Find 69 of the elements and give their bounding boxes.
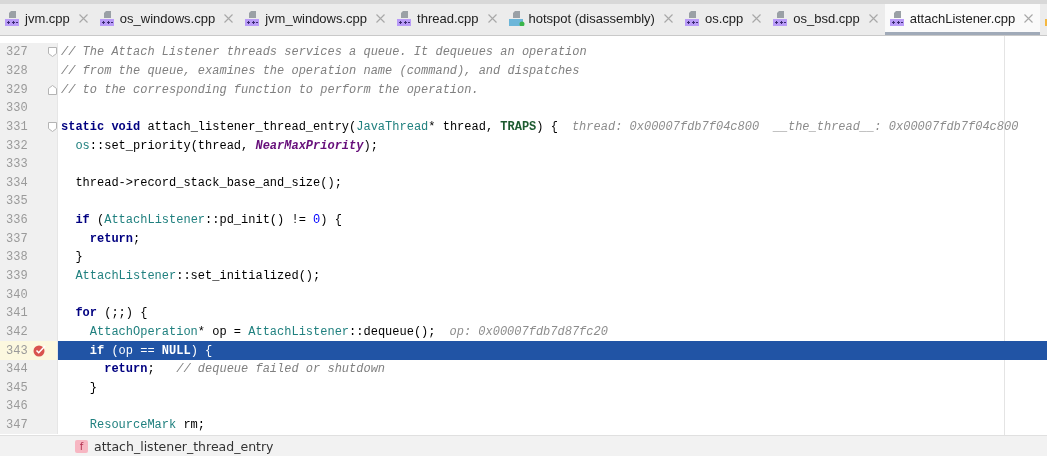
line-number: 337: [5, 231, 29, 246]
editor-tab[interactable]: thread.cpp: [392, 4, 504, 35]
fold-icon[interactable]: [48, 47, 57, 58]
cpp-file-icon: [684, 10, 701, 26]
line-number: 342: [5, 324, 29, 339]
line-number: 333: [5, 157, 29, 172]
line-number: 330: [5, 101, 29, 116]
cpp-file-icon: [889, 10, 906, 26]
line-number: 346: [5, 399, 29, 414]
cpp-file-icon: [99, 10, 116, 26]
line-number: 340: [5, 287, 29, 302]
line-number: 339: [5, 269, 29, 283]
editor-tab[interactable]: os.cpp: [679, 4, 769, 35]
code-line: // from the queue, examines the operation name (command), and dispatches: [61, 63, 580, 78]
function-icon: f: [75, 439, 88, 453]
line-number: 335: [5, 194, 29, 209]
breadcrumb-item[interactable]: attach_listener_thread_entry: [94, 438, 274, 454]
editor-tab[interactable]: attachListener.cpp: [884, 4, 1041, 35]
code-line: os::set_priority(thread, NearMaxPriority);: [74, 138, 378, 153]
code-line: if (AttachListener::pd_init() != 0) {: [74, 213, 342, 228]
inline-value-hint: thread: 0x00007fdb7f04c800 __the_thread__: 0x00007fdb7f04c800: [571, 119, 1019, 134]
line-number: 338: [5, 250, 29, 265]
code-line: thread->record_stack_base_and_size();: [74, 175, 342, 190]
line-number: 336: [5, 213, 29, 228]
editor-tab[interactable]: os_windows.cpp: [94, 4, 241, 35]
cpp-file-icon: [773, 10, 790, 26]
code-line: // to the corresponding function to perform the operation.: [61, 82, 479, 97]
breakpoint-icon[interactable]: [33, 344, 47, 358]
line-number: 345: [5, 380, 29, 395]
line-number: 329: [5, 82, 29, 97]
close-icon[interactable]: [1024, 13, 1034, 23]
cpp-file-icon: [245, 10, 262, 26]
editor-tab[interactable]: jvm_windows.cpp: [240, 4, 393, 35]
line-number: 343: [5, 343, 29, 358]
fold-icon[interactable]: [48, 84, 57, 95]
close-icon[interactable]: [224, 13, 234, 23]
close-icon[interactable]: [376, 13, 386, 23]
line-number: 347: [5, 418, 29, 433]
close-icon[interactable]: [487, 13, 497, 23]
fold-icon[interactable]: [48, 121, 57, 132]
editor-tab[interactable]: os_bsd.cpp: [768, 4, 885, 35]
line-number: 327: [5, 45, 29, 60]
code-line: }: [74, 250, 83, 265]
code-line: AttachOperation* op = AttachListener::dequeue();: [88, 324, 436, 339]
line-number: 341: [5, 306, 29, 321]
binary-file-icon: [508, 10, 525, 26]
close-icon[interactable]: [868, 13, 878, 23]
code-line: static void attach_listener_thread_entry(JavaThread* thread, TRAPS) {: [61, 119, 558, 134]
line-number: 344: [5, 362, 29, 377]
line-number: 328: [5, 63, 29, 78]
code-line: }: [88, 380, 97, 395]
cpp-file-icon: [397, 10, 414, 26]
line-number: 332: [5, 138, 29, 153]
line-number: 334: [5, 175, 29, 190]
close-icon[interactable]: [78, 13, 88, 23]
close-icon[interactable]: [663, 13, 673, 23]
code-line: return;: [88, 231, 141, 246]
inline-value-hint: op: 0x00007fdb7d87fc20: [449, 324, 608, 339]
code-line: // The Attach Listener threads services a queue. It dequeues an operation: [61, 45, 587, 60]
code-line: AttachListener::set_initialized();: [74, 269, 321, 283]
code-line: ResourceMark rm;: [88, 418, 206, 433]
cpp-file-icon: [5, 10, 21, 26]
code-line: return; // dequeue failed or shutdown: [103, 362, 386, 377]
editor-tab[interactable]: hotspot (disassembly): [503, 4, 680, 35]
code-line: for (;;) {: [74, 306, 148, 321]
editor-tab[interactable]: jvm.cpp: [0, 4, 95, 35]
line-number: 331: [5, 119, 29, 134]
close-icon[interactable]: [752, 13, 762, 23]
code-line: if (op == NULL) {: [88, 343, 213, 358]
